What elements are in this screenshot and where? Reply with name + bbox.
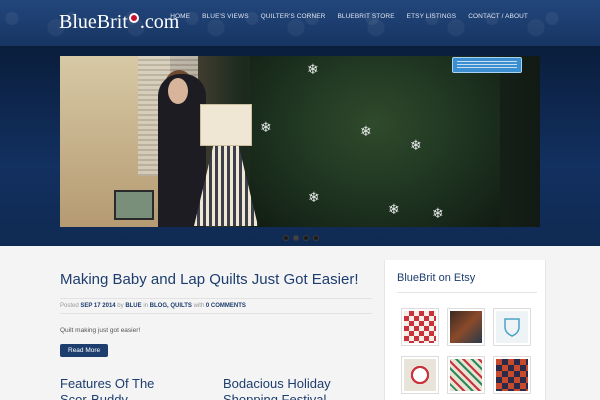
christmas-tree: [250, 56, 500, 227]
snowflake-ornament-icon: ❄: [432, 205, 444, 221]
post-meta: Posted SEP 17 2014 by BLUE in BLOG, QUIL…: [60, 298, 372, 314]
etsy-listing-thumb[interactable]: [493, 308, 531, 346]
teaser-title-line: Features Of The: [60, 376, 155, 391]
etsy-listing-thumb[interactable]: [447, 308, 485, 346]
slide-person-face: [168, 78, 188, 104]
post-summary: Making Baby and Lap Quilts Just Got Easi…: [60, 270, 372, 357]
post-categories-link[interactable]: BLOG, QUILTS: [150, 303, 192, 309]
quilt-grid-icon: [404, 311, 436, 343]
widget-divider: [397, 292, 537, 293]
quilt-top: [200, 104, 252, 146]
post-comments-link[interactable]: 0 COMMENTS: [206, 303, 246, 309]
quilt-display-form: [190, 66, 260, 226]
etsy-listing-thumb[interactable]: [447, 356, 485, 394]
quilt-dark-icon: [450, 311, 482, 343]
slide-monitor: [114, 190, 154, 220]
snowflake-ornament-icon: ❄: [410, 137, 422, 153]
widget-title: BlueBrit on Etsy: [397, 272, 476, 284]
nav-quilters-corner[interactable]: QUILTER'S CORNER: [255, 12, 332, 22]
nav-blues-views[interactable]: BLUE'S VIEWS: [196, 12, 255, 22]
quilt-sampler-icon: [404, 359, 436, 391]
site-header: BlueBrit .com HOME BLUE'S VIEWS QUILTER'S…: [0, 0, 600, 46]
post-excerpt: Quilt making just got easier!: [60, 327, 141, 334]
etsy-widget: BlueBrit on Etsy: [384, 260, 546, 400]
teaser-title-line: Shopping Festival: [223, 392, 327, 400]
main-nav: HOME BLUE'S VIEWS QUILTER'S CORNER BLUEB…: [164, 12, 534, 22]
post-title[interactable]: Making Baby and Lap Quilts Just Got Easi…: [60, 270, 372, 290]
snowflake-ornament-icon: ❄: [360, 123, 372, 139]
quilt-dark-squares-icon: [496, 359, 528, 391]
etsy-listing-thumb[interactable]: [493, 356, 531, 394]
snowflake-ornament-icon: ❄: [307, 61, 319, 77]
teaser-title-line: Bodacious Holiday: [223, 376, 331, 391]
logo-text: BlueBrit: [59, 10, 128, 33]
teaser-post[interactable]: Features Of The Scor-Buddy: [60, 376, 200, 400]
teaser-title-line: Scor-Buddy: [60, 392, 128, 400]
quilt-skirt: [194, 146, 258, 226]
read-more-button[interactable]: Read More: [60, 344, 109, 357]
teaser-post[interactable]: Bodacious Holiday Shopping Festival: [223, 376, 363, 400]
union-flag-icon: [128, 13, 139, 23]
slider-image[interactable]: ❄ ❄ ❄ ❄ ❄ ❄ ❄: [60, 56, 540, 227]
post-date: SEP 17 2014: [80, 303, 116, 309]
slide-caption-note: [452, 57, 522, 73]
nav-etsy-listings[interactable]: ETSY LISTINGS: [401, 12, 463, 22]
etsy-listing-thumb[interactable]: [401, 356, 439, 394]
meta-posted-label: Posted: [60, 303, 79, 309]
nav-contact-about[interactable]: CONTACT / ABOUT: [462, 12, 534, 22]
shield-pillow-icon: [496, 311, 528, 343]
meta-with-label: with: [193, 303, 205, 309]
slider-dot[interactable]: [313, 235, 319, 241]
snowflake-ornament-icon: ❄: [388, 201, 400, 217]
site-logo[interactable]: BlueBrit .com: [59, 10, 179, 34]
slider-dot[interactable]: [283, 235, 289, 241]
nav-bluebrit-store[interactable]: BLUEBRIT STORE: [331, 12, 400, 22]
meta-in-label: in: [143, 303, 148, 309]
etsy-listing-thumb[interactable]: [401, 308, 439, 346]
quilt-colorful-icon: [450, 359, 482, 391]
snowflake-ornament-icon: ❄: [308, 189, 320, 205]
slide-caption-lines: [457, 61, 517, 70]
snowflake-ornament-icon: ❄: [260, 119, 272, 135]
slider-dot[interactable]: [303, 235, 309, 241]
slider-dot-active[interactable]: [293, 235, 299, 241]
slider-pagination: [283, 235, 319, 241]
meta-by-label: by: [117, 303, 124, 309]
post-author-link[interactable]: BLUE: [125, 303, 141, 309]
nav-home[interactable]: HOME: [164, 12, 196, 22]
